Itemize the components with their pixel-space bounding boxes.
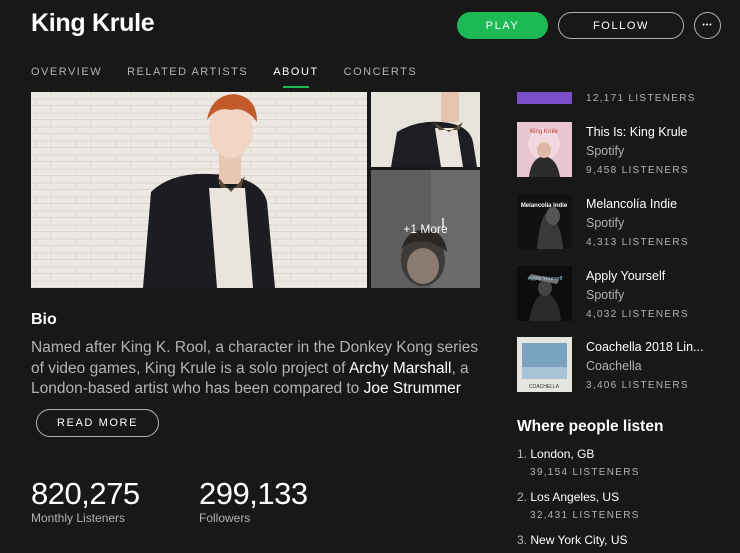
ellipsis-icon: ••• xyxy=(702,22,713,29)
playlist-cover: Melancolía Indie xyxy=(517,194,572,249)
playlist-cover-text: Apply Yourself xyxy=(528,276,563,282)
playlist-title[interactable]: Apply Yourself xyxy=(586,269,665,283)
playlist-listeners: 4,313 LISTENERS xyxy=(586,237,689,248)
tab-about[interactable]: ABOUT xyxy=(273,66,318,88)
artist-header: King Krule PLAY FOLLOW ••• OVERVIEW RELA… xyxy=(0,0,740,92)
city-name: New York City, US xyxy=(530,533,628,547)
archy-marshall-link[interactable]: Archy Marshall xyxy=(349,360,452,377)
playlist-title[interactable]: Melancolía Indie xyxy=(586,197,677,211)
playlist-owner[interactable]: Coachella xyxy=(586,359,642,373)
playlist-cover-image: King Krule xyxy=(517,122,572,177)
bio-text: Named after King K. Rool, a character in… xyxy=(31,338,481,400)
follow-button[interactable]: FOLLOW xyxy=(558,12,684,39)
artist-photo-image xyxy=(31,92,367,288)
city-name: London, GB xyxy=(530,447,595,461)
followers-label: Followers xyxy=(199,511,251,525)
playlist-listeners-partial: 12,171 LISTENERS xyxy=(586,93,696,104)
city-name: Los Angeles, US xyxy=(530,490,620,504)
artist-photo-secondary[interactable] xyxy=(371,92,480,167)
playlist-cover: King Krule xyxy=(517,122,572,177)
playlist-owner[interactable]: Spotify xyxy=(586,288,624,302)
artist-photo-secondary-image xyxy=(371,92,480,167)
playlist-cover-image: Apply Yourself xyxy=(517,266,572,321)
followers-value: 299,133 xyxy=(199,476,308,511)
playlist-cover-text: King Krule xyxy=(530,129,558,135)
playlist-cover: COACHELLA xyxy=(517,337,572,392)
city-rank: 1. xyxy=(517,447,528,461)
play-button[interactable]: PLAY xyxy=(457,12,548,39)
playlist-cover-partial[interactable] xyxy=(517,92,572,104)
read-more-button[interactable]: READ MORE xyxy=(36,409,159,437)
city-item: 1. London, GB xyxy=(517,447,594,461)
playlist-item[interactable]: Apply Yourself Apply Yourself Spotify 4,… xyxy=(517,266,727,324)
artist-tabs: OVERVIEW RELATED ARTISTS ABOUT CONCERTS xyxy=(31,66,442,88)
joe-strummer-link[interactable]: Joe Strummer xyxy=(364,380,461,397)
playlist-listeners: 9,458 LISTENERS xyxy=(586,165,689,176)
playlist-listeners: 3,406 LISTENERS xyxy=(586,380,689,391)
playlist-item[interactable]: King Krule This Is: King Krule Spotify 9… xyxy=(517,122,727,180)
monthly-listeners-value: 820,275 xyxy=(31,476,140,511)
tab-overview[interactable]: OVERVIEW xyxy=(31,66,102,78)
playlist-owner[interactable]: Spotify xyxy=(586,216,624,230)
artist-photo-main[interactable] xyxy=(31,92,367,288)
where-people-listen-heading: Where people listen xyxy=(517,418,664,435)
playlist-cover-image: COACHELLA xyxy=(517,337,572,392)
playlist-owner[interactable]: Spotify xyxy=(586,144,624,158)
more-photos-tile[interactable]: +1 More xyxy=(371,170,480,288)
playlist-title[interactable]: Coachella 2018 Lin... xyxy=(586,340,703,354)
more-options-button[interactable]: ••• xyxy=(694,12,721,39)
playlist-listeners: 4,032 LISTENERS xyxy=(586,309,689,320)
monthly-listeners-label: Monthly Listeners xyxy=(31,511,126,525)
playlist-title[interactable]: This Is: King Krule xyxy=(586,125,687,139)
city-rank: 2. xyxy=(517,490,528,504)
tab-related-artists[interactable]: RELATED ARTISTS xyxy=(127,66,248,78)
playlist-cover-text: COACHELLA xyxy=(529,384,560,390)
playlist-item[interactable]: COACHELLA Coachella 2018 Lin... Coachell… xyxy=(517,337,727,395)
artist-name: King Krule xyxy=(31,9,155,37)
playlist-cover-text: Melancolía Indie xyxy=(521,203,568,209)
playlist-cover-image: Melancolía Indie xyxy=(517,194,572,249)
city-listeners: 32,431 LISTENERS xyxy=(530,510,640,521)
tab-concerts[interactable]: CONCERTS xyxy=(344,66,418,78)
more-photos-label: +1 More xyxy=(403,222,448,236)
playlist-cover: Apply Yourself xyxy=(517,266,572,321)
bio-heading: Bio xyxy=(31,311,57,328)
city-rank: 3. xyxy=(517,533,528,547)
playlist-item[interactable]: Melancolía Indie Melancolía Indie Spotif… xyxy=(517,194,727,252)
city-item: 3. New York City, US xyxy=(517,533,628,547)
city-item: 2. Los Angeles, US xyxy=(517,490,619,504)
city-listeners: 39,154 LISTENERS xyxy=(530,467,640,478)
